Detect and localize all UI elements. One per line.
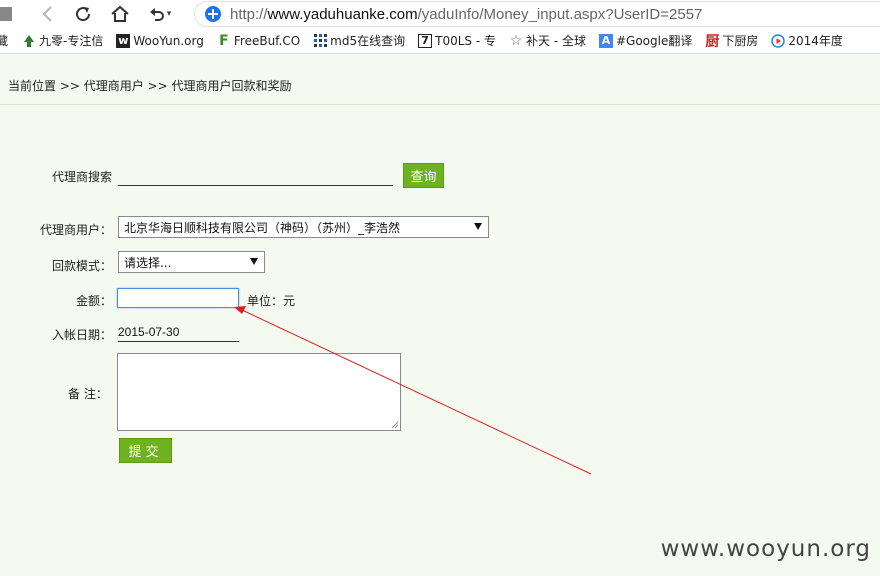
amount-input[interactable]: [117, 288, 239, 308]
play-icon: [771, 33, 786, 48]
bookmark-item[interactable]: 厨 下厨房: [705, 32, 759, 50]
agent-search-input[interactable]: [118, 167, 393, 186]
dropdown-caret-icon[interactable]: ▾: [167, 9, 172, 19]
bookmark-label: 补天 - 全球: [526, 34, 586, 48]
agent-search-label: 代理商搜索: [52, 170, 113, 184]
grid-icon: [313, 34, 327, 48]
undo-button[interactable]: ▾: [142, 2, 178, 26]
bookmark-label: WooYun.org: [133, 33, 204, 48]
bookmark-item[interactable]: ☆ 补天 - 全球: [509, 32, 586, 49]
payment-mode-label: 回款模式：: [52, 259, 113, 273]
bookmark-label: 2014年度: [788, 34, 843, 48]
agent-user-label: 代理商用户：: [40, 223, 113, 237]
site-info-icon[interactable]: [205, 6, 221, 22]
bookmark-label: 藏: [0, 32, 8, 49]
bookmark-label: #Google翻译: [615, 34, 693, 48]
agent-user-selected-value: 北京华海日顺科技有限公司（神码）（苏州）_李浩然: [124, 220, 401, 235]
browser-toolbar: ▾ http://www.yaduhuanke.com/yaduInfo/Mon…: [0, 0, 880, 28]
agent-user-select[interactable]: 北京华海日顺科技有限公司（神码）（苏州）_李浩然: [118, 216, 489, 238]
reload-icon: [76, 7, 91, 22]
star-icon: ☆: [509, 32, 523, 49]
wooyun-icon: w: [116, 33, 131, 48]
bookmark-label: FreeBuf.CO: [233, 33, 301, 48]
resize-grip-icon[interactable]: [391, 421, 399, 429]
payment-mode-selected-value: 请选择...: [124, 255, 172, 270]
url-text[interactable]: http://www.yaduhuanke.com/yaduInfo/Money…: [230, 6, 702, 23]
reload-button[interactable]: [72, 2, 94, 26]
dropdown-arrow-icon: [250, 258, 258, 265]
posting-date-field[interactable]: 2015-07-30: [118, 325, 239, 342]
bookmark-item[interactable]: F FreeBuf.CO: [217, 32, 301, 49]
query-button[interactable]: 查询: [403, 163, 444, 188]
bookmark-label: md5在线查询: [330, 34, 406, 48]
translate-icon: A: [598, 33, 613, 48]
back-button[interactable]: [36, 2, 58, 26]
amount-label: 金额：: [76, 294, 113, 308]
bookmark-item[interactable]: 7 T00LS - 专: [418, 32, 496, 49]
tools-icon: 7: [418, 33, 433, 48]
kitchen-icon: 厨: [705, 33, 720, 50]
bookmark-label: T00LS - 专: [435, 34, 496, 48]
bookmark-item[interactable]: A #Google翻译: [598, 32, 693, 49]
bookmarks-bar: 藏 九零-专注信 w WooYun.org F FreeBuf.CO md5在线…: [0, 28, 880, 54]
home-icon: [111, 5, 129, 22]
bookmark-item[interactable]: 2014年度: [771, 32, 843, 49]
bookmark-item[interactable]: md5在线查询: [313, 32, 405, 49]
breadcrumb: 当前位置 >> 代理商用户 >> 代理商用户回款和奖励: [0, 55, 880, 105]
bookmark-item[interactable]: 藏: [0, 32, 8, 49]
unit-label: 单位：元: [247, 294, 296, 308]
notes-textarea[interactable]: [117, 353, 401, 431]
window-menu-icon[interactable]: [0, 2, 18, 26]
bookmark-label: 九零-专注信: [39, 34, 104, 48]
payment-mode-select[interactable]: 请选择...: [118, 251, 265, 273]
watermark: www.wooyun.org: [660, 536, 871, 562]
notes-label: 备 注：: [68, 387, 108, 401]
bookmark-item[interactable]: 九零-专注信: [22, 32, 103, 49]
bookmark-label: 下厨房: [722, 34, 759, 48]
undo-icon: [149, 8, 164, 21]
bookmark-item[interactable]: w WooYun.org: [116, 33, 204, 48]
posting-date-label: 入帐日期：: [52, 328, 113, 342]
submit-button[interactable]: 提交: [119, 438, 172, 463]
chevron-left-icon: [42, 6, 52, 22]
dropdown-arrow-icon: [474, 223, 482, 230]
page-content: 当前位置 >> 代理商用户 >> 代理商用户回款和奖励 代理商搜索 查询 代理商…: [0, 55, 880, 576]
freebuf-icon: F: [219, 32, 229, 49]
address-bar[interactable]: http://www.yaduhuanke.com/yaduInfo/Money…: [194, 1, 880, 27]
annotation-arrow: [234, 306, 592, 475]
tree-icon: [22, 34, 36, 48]
home-button[interactable]: [108, 2, 132, 26]
